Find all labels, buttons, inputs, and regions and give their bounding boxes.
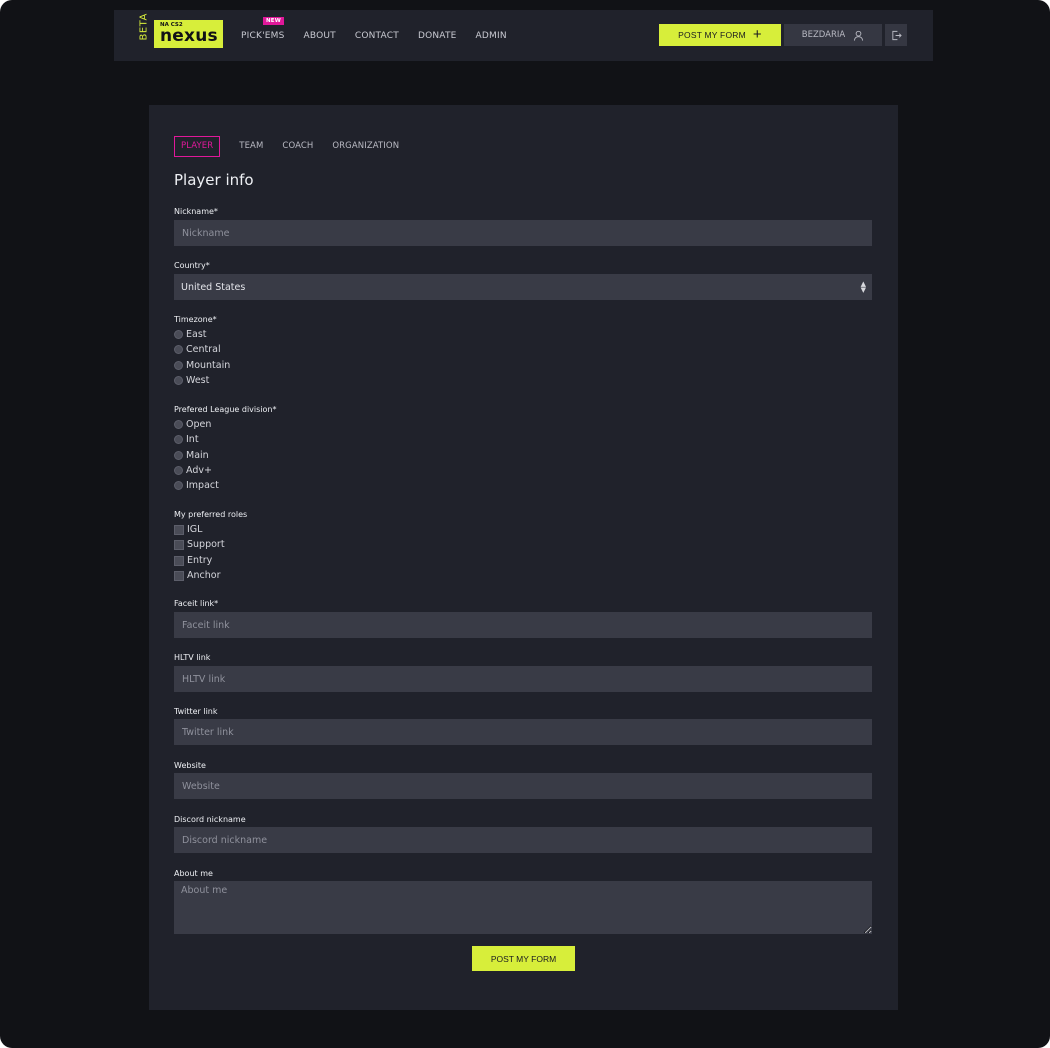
checkbox-label: Support: [187, 539, 225, 550]
role-option-igl[interactable]: IGL: [174, 522, 202, 537]
faceit-input[interactable]: [174, 612, 872, 638]
nav-link-pickems-label: PICK'EMS: [241, 30, 285, 41]
country-select[interactable]: United States ▲ ▼: [174, 274, 872, 300]
nav-link-donate[interactable]: DONATE: [418, 31, 457, 41]
nav-links: NEW PICK'EMS ABOUT CONTACT DONATE ADMIN: [241, 10, 526, 61]
twitter-input[interactable]: [174, 719, 872, 745]
role-option-entry[interactable]: Entry: [174, 553, 212, 568]
top-navbar: BETA NA CS2 nexus NEW PICK'EMS ABOUT CON…: [114, 10, 933, 61]
tab-organization[interactable]: ORGANIZATION: [332, 136, 399, 157]
select-arrows-icon: ▲ ▼: [860, 280, 866, 294]
radio-button[interactable]: [174, 361, 183, 370]
division-option-impact[interactable]: Impact: [174, 478, 219, 493]
radio-button[interactable]: [174, 330, 183, 339]
submit-button[interactable]: POST MY FORM: [472, 946, 575, 971]
tab-player[interactable]: PLAYER: [174, 136, 221, 157]
checkbox-label: Entry: [187, 555, 213, 566]
app-frame: BETA NA CS2 nexus NEW PICK'EMS ABOUT CON…: [0, 0, 1050, 1048]
nav-link-contact[interactable]: CONTACT: [355, 31, 399, 41]
radio-label: Main: [186, 450, 209, 461]
radio-label: Open: [186, 419, 212, 430]
division-option-adv-plus[interactable]: Adv+: [174, 463, 212, 478]
radio-button[interactable]: [174, 451, 183, 460]
radio-button[interactable]: [174, 420, 183, 429]
role-option-support[interactable]: Support: [174, 537, 225, 552]
logo-title: nexus: [160, 26, 218, 46]
radio-button[interactable]: [174, 376, 183, 385]
division-option-open[interactable]: Open: [174, 417, 211, 432]
radio-label: Mountain: [186, 360, 231, 371]
checkbox[interactable]: [174, 555, 184, 566]
nav-link-admin[interactable]: ADMIN: [476, 31, 507, 41]
plus-icon: +: [752, 26, 762, 43]
nav-link-pickems[interactable]: NEW PICK'EMS: [241, 16, 285, 41]
user-icon: [854, 30, 864, 41]
radio-label: East: [186, 329, 207, 340]
nickname-label: Nickname*: [174, 207, 218, 216]
radio-label: Central: [186, 344, 221, 355]
country-label: Country*: [174, 261, 210, 270]
division-option-main[interactable]: Main: [174, 448, 209, 463]
division-label: Prefered League division*: [174, 405, 277, 414]
nexus-logo[interactable]: NA CS2 nexus: [154, 20, 223, 48]
nav-link-about[interactable]: ABOUT: [304, 31, 336, 41]
timezone-label: Timezone*: [174, 315, 217, 324]
checkbox[interactable]: [174, 539, 184, 550]
roles-label: My preferred roles: [174, 510, 248, 519]
checkbox[interactable]: [174, 524, 184, 535]
division-option-int[interactable]: Int: [174, 432, 199, 447]
country-selected-value: United States: [181, 281, 246, 293]
post-form-button-label: POST MY FORM: [678, 30, 746, 40]
brand[interactable]: BETA NA CS2 nexus: [138, 12, 223, 48]
radio-label: West: [186, 375, 210, 386]
logout-button[interactable]: [885, 24, 907, 46]
radio-button[interactable]: [174, 345, 183, 354]
checkbox[interactable]: [174, 570, 184, 581]
website-label: Website: [174, 761, 206, 770]
faceit-label: Faceit link*: [174, 599, 219, 608]
nickname-input[interactable]: [174, 220, 872, 246]
form-card: PLAYER TEAM COACH ORGANIZATION Player in…: [149, 105, 898, 1010]
form-tabs: PLAYER TEAM COACH ORGANIZATION: [174, 136, 418, 157]
post-form-button[interactable]: POST MY FORM +: [659, 24, 781, 46]
radio-label: Int: [186, 434, 199, 445]
radio-label: Adv+: [186, 465, 212, 476]
timezone-option-west[interactable]: West: [174, 373, 209, 388]
twitter-label: Twitter link: [174, 707, 218, 716]
timezone-option-central[interactable]: Central: [174, 342, 221, 357]
radio-label: Impact: [186, 480, 219, 491]
username: BEZDARIA: [801, 30, 846, 40]
website-input[interactable]: [174, 773, 872, 799]
checkbox-label: Anchor: [187, 570, 221, 581]
new-badge: NEW: [263, 16, 285, 25]
checkbox-label: IGL: [187, 524, 203, 535]
tab-team[interactable]: TEAM: [239, 136, 263, 157]
timezone-option-east[interactable]: East: [174, 327, 207, 342]
hltv-input[interactable]: [174, 666, 872, 692]
section-title: Player info: [174, 171, 254, 189]
role-option-anchor[interactable]: Anchor: [174, 568, 220, 583]
logout-icon: [891, 30, 902, 40]
discord-label: Discord nickname: [174, 815, 246, 824]
about-label: About me: [174, 869, 213, 878]
radio-button[interactable]: [174, 481, 183, 490]
discord-input[interactable]: [174, 827, 872, 853]
hltv-label: HLTV link: [174, 653, 211, 662]
beta-label: BETA: [138, 12, 150, 40]
radio-button[interactable]: [174, 435, 183, 444]
tab-coach[interactable]: COACH: [282, 136, 313, 157]
user-menu-button[interactable]: BEZDARIA: [784, 24, 882, 46]
radio-button[interactable]: [174, 466, 183, 475]
timezone-option-mountain[interactable]: Mountain: [174, 358, 230, 373]
about-textarea[interactable]: [174, 881, 872, 934]
